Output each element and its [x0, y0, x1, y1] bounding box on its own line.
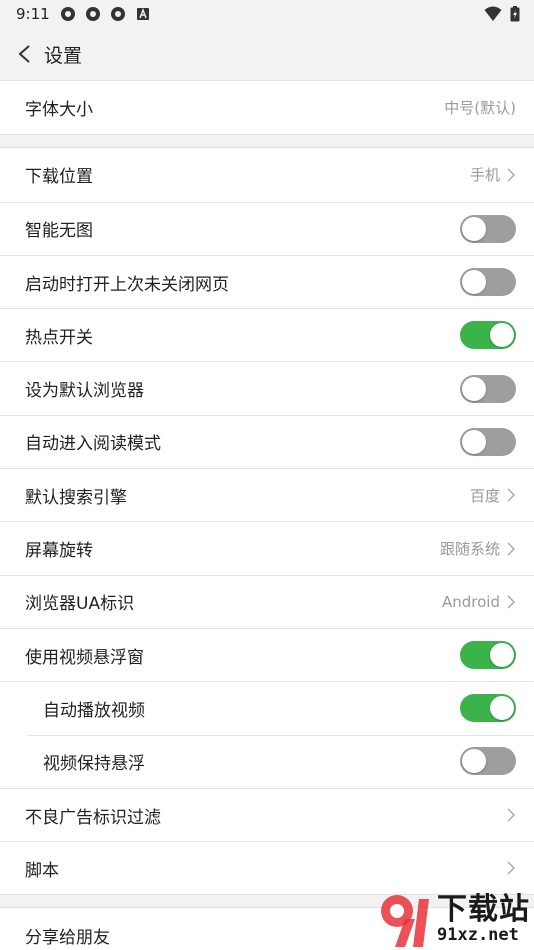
- toggle-knob: [490, 643, 514, 668]
- autoplay-video-row: 自动播放视频: [0, 681, 534, 735]
- download-location-value: 手机: [469, 166, 500, 185]
- default-browser-label: 设为默认浏览器: [25, 381, 144, 402]
- chevron-right-icon: [507, 488, 516, 502]
- app-a-icon: [136, 8, 149, 20]
- wifi-icon: [484, 6, 502, 21]
- script-label: 脚本: [25, 860, 59, 881]
- section-divider: [0, 134, 534, 149]
- status-time: 9:11: [16, 5, 50, 23]
- default-browser-toggle[interactable]: [460, 374, 516, 403]
- autoplay-video-label: 自动播放视频: [43, 700, 145, 721]
- chevron-right-icon: [507, 541, 516, 556]
- font-size-value: 中号(默认): [444, 99, 516, 118]
- ad-filter-row[interactable]: 不良广告标识过滤: [0, 787, 534, 842]
- default-browser-row: 设为默认浏览器: [0, 361, 534, 415]
- font-size-label: 字体大小: [25, 100, 93, 121]
- restore-pages-row: 启动时打开上次未关闭网页: [0, 254, 534, 309]
- toggle-knob: [462, 376, 486, 401]
- share-label: 分享给朋友: [25, 927, 110, 948]
- autoplay-video-toggle[interactable]: [460, 694, 516, 723]
- smart-no-image-row: 智能无图: [0, 201, 534, 255]
- notification-icon: [110, 7, 125, 21]
- toggle-knob: [462, 429, 486, 454]
- ua-label: 浏览器UA标识: [25, 594, 135, 615]
- settings-group-display: 字体大小 中号(默认): [0, 80, 534, 135]
- battery-icon: [510, 6, 520, 22]
- reading-mode-toggle[interactable]: [460, 427, 516, 456]
- search-engine-row[interactable]: 默认搜索引擎 百度: [0, 468, 534, 522]
- hotspot-toggle[interactable]: [460, 321, 516, 350]
- toggle-knob: [462, 749, 486, 774]
- toggle-knob: [490, 696, 514, 721]
- chevron-right-icon: [507, 168, 516, 182]
- notification-icon: [85, 7, 100, 21]
- reading-mode-row: 自动进入阅读模式: [0, 414, 534, 469]
- keep-floating-label: 视频保持悬浮: [43, 753, 145, 774]
- status-bar: 9:11: [0, 0, 534, 28]
- toggle-knob: [462, 216, 486, 241]
- ua-row[interactable]: 浏览器UA标识 Android: [0, 574, 534, 628]
- floating-video-row: 使用视频悬浮窗: [0, 627, 534, 682]
- download-location-row[interactable]: 下载位置 手机: [0, 148, 534, 202]
- app-header: 设置: [0, 28, 534, 80]
- section-divider: [0, 894, 534, 909]
- rotation-row[interactable]: 屏幕旋转 跟随系统: [0, 521, 534, 575]
- script-row[interactable]: 脚本: [0, 841, 534, 895]
- reading-mode-label: 自动进入阅读模式: [25, 434, 161, 455]
- chevron-right-icon: [507, 808, 516, 822]
- keep-floating-row: 视频保持悬浮: [0, 734, 534, 788]
- ad-filter-label: 不良广告标识过滤: [25, 807, 161, 828]
- search-engine-value: 百度: [469, 486, 500, 505]
- floating-video-label: 使用视频悬浮窗: [25, 647, 144, 668]
- ua-value: Android: [442, 592, 500, 611]
- toggle-knob: [490, 323, 514, 348]
- font-size-row[interactable]: 字体大小 中号(默认): [0, 81, 534, 135]
- keep-floating-toggle[interactable]: [460, 747, 516, 776]
- back-arrow-icon[interactable]: [14, 43, 36, 65]
- hotspot-label: 热点开关: [25, 327, 93, 348]
- settings-group-share: 分享给朋友: [0, 908, 534, 950]
- smart-no-image-label: 智能无图: [25, 221, 93, 242]
- hotspot-row: 热点开关: [0, 308, 534, 362]
- toggle-knob: [462, 270, 486, 295]
- chevron-right-icon: [507, 595, 516, 609]
- notification-icon: [60, 7, 75, 21]
- floating-video-toggle[interactable]: [460, 641, 516, 670]
- search-engine-label: 默认搜索引擎: [25, 487, 127, 508]
- share-row[interactable]: 分享给朋友: [0, 908, 534, 950]
- restore-pages-toggle[interactable]: [460, 268, 516, 297]
- smart-no-image-toggle[interactable]: [460, 214, 516, 243]
- rotation-value: 跟随系统: [439, 540, 500, 559]
- restore-pages-label: 启动时打开上次未关闭网页: [25, 274, 229, 295]
- download-location-label: 下载位置: [25, 167, 93, 188]
- chevron-right-icon: [507, 861, 516, 875]
- rotation-label: 屏幕旋转: [25, 541, 93, 562]
- page-title: 设置: [44, 44, 83, 67]
- settings-group-main: 下载位置 手机 智能无图 启动时打开上次未关闭网页 热点开关 设为默认浏览器 自…: [0, 148, 534, 895]
